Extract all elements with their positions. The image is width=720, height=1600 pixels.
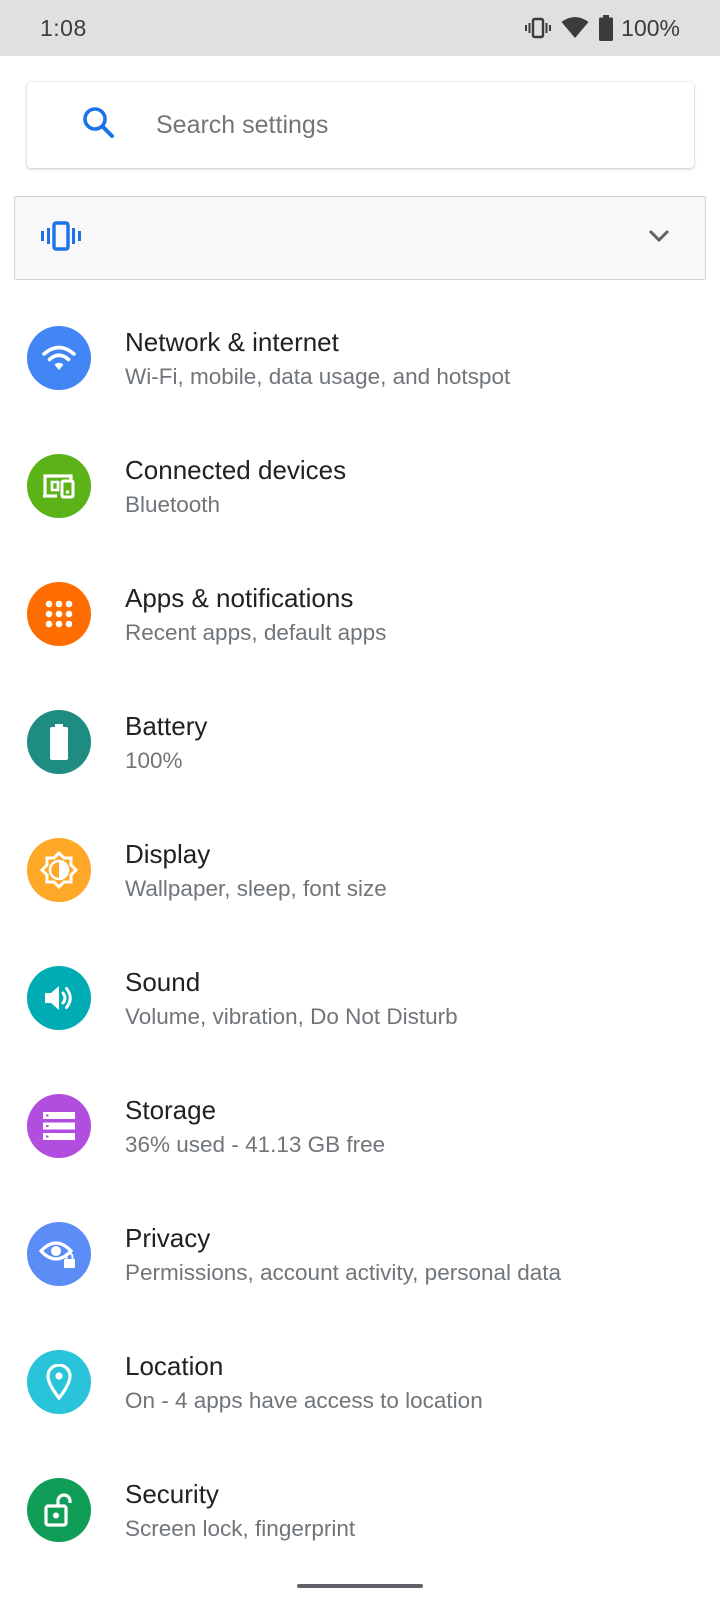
- setting-title: Display: [125, 838, 211, 869]
- setting-display[interactable]: Display Wallpaper, sleep, font size: [0, 806, 720, 934]
- setting-title: Location: [125, 1350, 224, 1381]
- setting-connected-devices[interactable]: Connected devices Bluetooth: [0, 422, 720, 550]
- setting-title: Privacy: [125, 1222, 211, 1253]
- setting-subtitle: Bluetooth: [125, 491, 221, 517]
- search-icon: [27, 103, 119, 148]
- setting-subtitle: Wallpaper, sleep, font size: [125, 875, 387, 901]
- search-input[interactable]: [156, 110, 636, 140]
- setting-subtitle: Screen lock, fingerprint: [125, 1515, 356, 1541]
- gesture-nav-handle[interactable]: [297, 1584, 423, 1588]
- status-bar: 1:08 100%: [0, 0, 720, 56]
- location-pin-icon: [27, 1350, 91, 1414]
- setting-title: Battery: [125, 710, 208, 741]
- setting-title: Connected devices: [125, 454, 347, 485]
- devices-icon: [27, 454, 91, 518]
- setting-subtitle: 100%: [125, 747, 183, 773]
- setting-privacy[interactable]: Privacy Permissions, account activity, p…: [0, 1190, 720, 1318]
- wifi-icon: [27, 326, 91, 390]
- setting-title: Storage: [125, 1094, 217, 1125]
- setting-storage[interactable]: Storage 36% used - 41.13 GB free: [0, 1062, 720, 1190]
- storage-icon: [27, 1094, 91, 1158]
- privacy-eye-icon: [27, 1222, 91, 1286]
- vibrate-icon: [41, 220, 81, 256]
- battery-icon: [599, 15, 614, 41]
- condition-card[interactable]: [14, 196, 706, 280]
- apps-grid-icon: [27, 582, 91, 646]
- volume-icon: [27, 966, 91, 1030]
- setting-title: Apps & notifications: [125, 582, 354, 613]
- battery-icon: [27, 710, 91, 774]
- setting-battery[interactable]: Battery 100%: [0, 678, 720, 806]
- status-time: 1:08: [40, 14, 87, 41]
- setting-title: Sound: [125, 966, 201, 997]
- setting-title: Security: [125, 1478, 219, 1509]
- status-icons: 100%: [525, 15, 680, 42]
- search-bar[interactable]: [27, 82, 694, 168]
- setting-subtitle: On - 4 apps have access to location: [125, 1387, 483, 1413]
- settings-list: Network & internet Wi-Fi, mobile, data u…: [0, 294, 720, 1574]
- brightness-icon: [27, 838, 91, 902]
- setting-security[interactable]: Security Screen lock, fingerprint: [0, 1446, 720, 1574]
- setting-subtitle: Volume, vibration, Do Not Disturb: [125, 1003, 458, 1029]
- setting-subtitle: 36% used - 41.13 GB free: [125, 1131, 386, 1157]
- setting-sound[interactable]: Sound Volume, vibration, Do Not Disturb: [0, 934, 720, 1062]
- wifi-icon: [561, 17, 589, 39]
- chevron-down-icon[interactable]: [647, 228, 671, 249]
- setting-apps-notifications[interactable]: Apps & notifications Recent apps, defaul…: [0, 550, 720, 678]
- setting-location[interactable]: Location On - 4 apps have access to loca…: [0, 1318, 720, 1446]
- vibrate-icon: [525, 16, 552, 40]
- setting-subtitle: Wi-Fi, mobile, data usage, and hotspot: [125, 363, 511, 389]
- battery-percent: 100%: [621, 14, 680, 41]
- setting-subtitle: Permissions, account activity, personal …: [125, 1259, 562, 1285]
- setting-title: Network & internet: [125, 326, 339, 357]
- unlock-icon: [27, 1478, 91, 1542]
- setting-network-internet[interactable]: Network & internet Wi-Fi, mobile, data u…: [0, 294, 720, 422]
- setting-subtitle: Recent apps, default apps: [125, 619, 387, 645]
